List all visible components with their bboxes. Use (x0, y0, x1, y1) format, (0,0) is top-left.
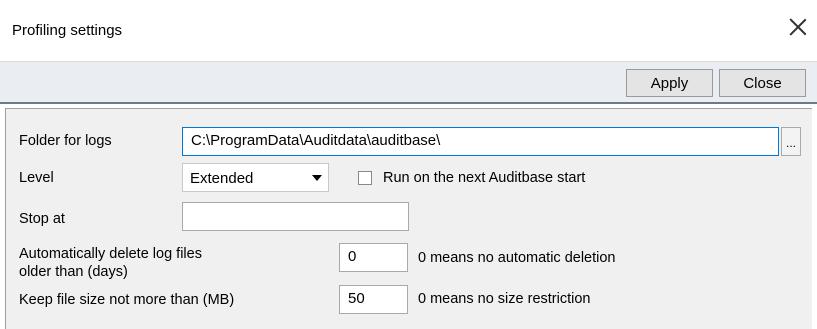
close-button[interactable]: Close (719, 69, 806, 97)
run-next-start-label: Run on the next Auditbase start (383, 170, 586, 186)
level-label: Level (19, 170, 54, 186)
toolbar: Apply Close (0, 62, 817, 104)
auto-delete-hint: 0 means no automatic deletion (418, 250, 616, 266)
level-dropdown[interactable]: Extended (182, 163, 329, 192)
folder-input[interactable]: C:\ProgramData\Auditdata\auditbase\ (182, 127, 779, 156)
stop-at-label: Stop at (19, 211, 65, 227)
max-size-label: Keep file size not more than (MB) (19, 292, 235, 308)
stop-at-input[interactable] (182, 202, 409, 231)
auto-delete-label-line1: Automatically delete log files (19, 246, 202, 262)
title-bar: Profiling settings (0, 0, 817, 62)
max-size-input[interactable]: 50 (339, 285, 408, 314)
dropdown-arrow-icon (312, 175, 322, 181)
auto-delete-days-input[interactable]: 0 (339, 243, 408, 272)
auto-delete-label-line2: older than (days) (19, 264, 128, 280)
level-selected: Extended (190, 170, 254, 187)
apply-button[interactable]: Apply (626, 69, 713, 97)
close-icon[interactable] (787, 16, 809, 38)
max-size-hint: 0 means no size restriction (418, 291, 591, 307)
browse-button[interactable]: ... (781, 127, 801, 156)
window-title: Profiling settings (12, 22, 123, 39)
folder-label: Folder for logs (19, 133, 112, 149)
run-next-start-checkbox[interactable] (358, 171, 372, 185)
